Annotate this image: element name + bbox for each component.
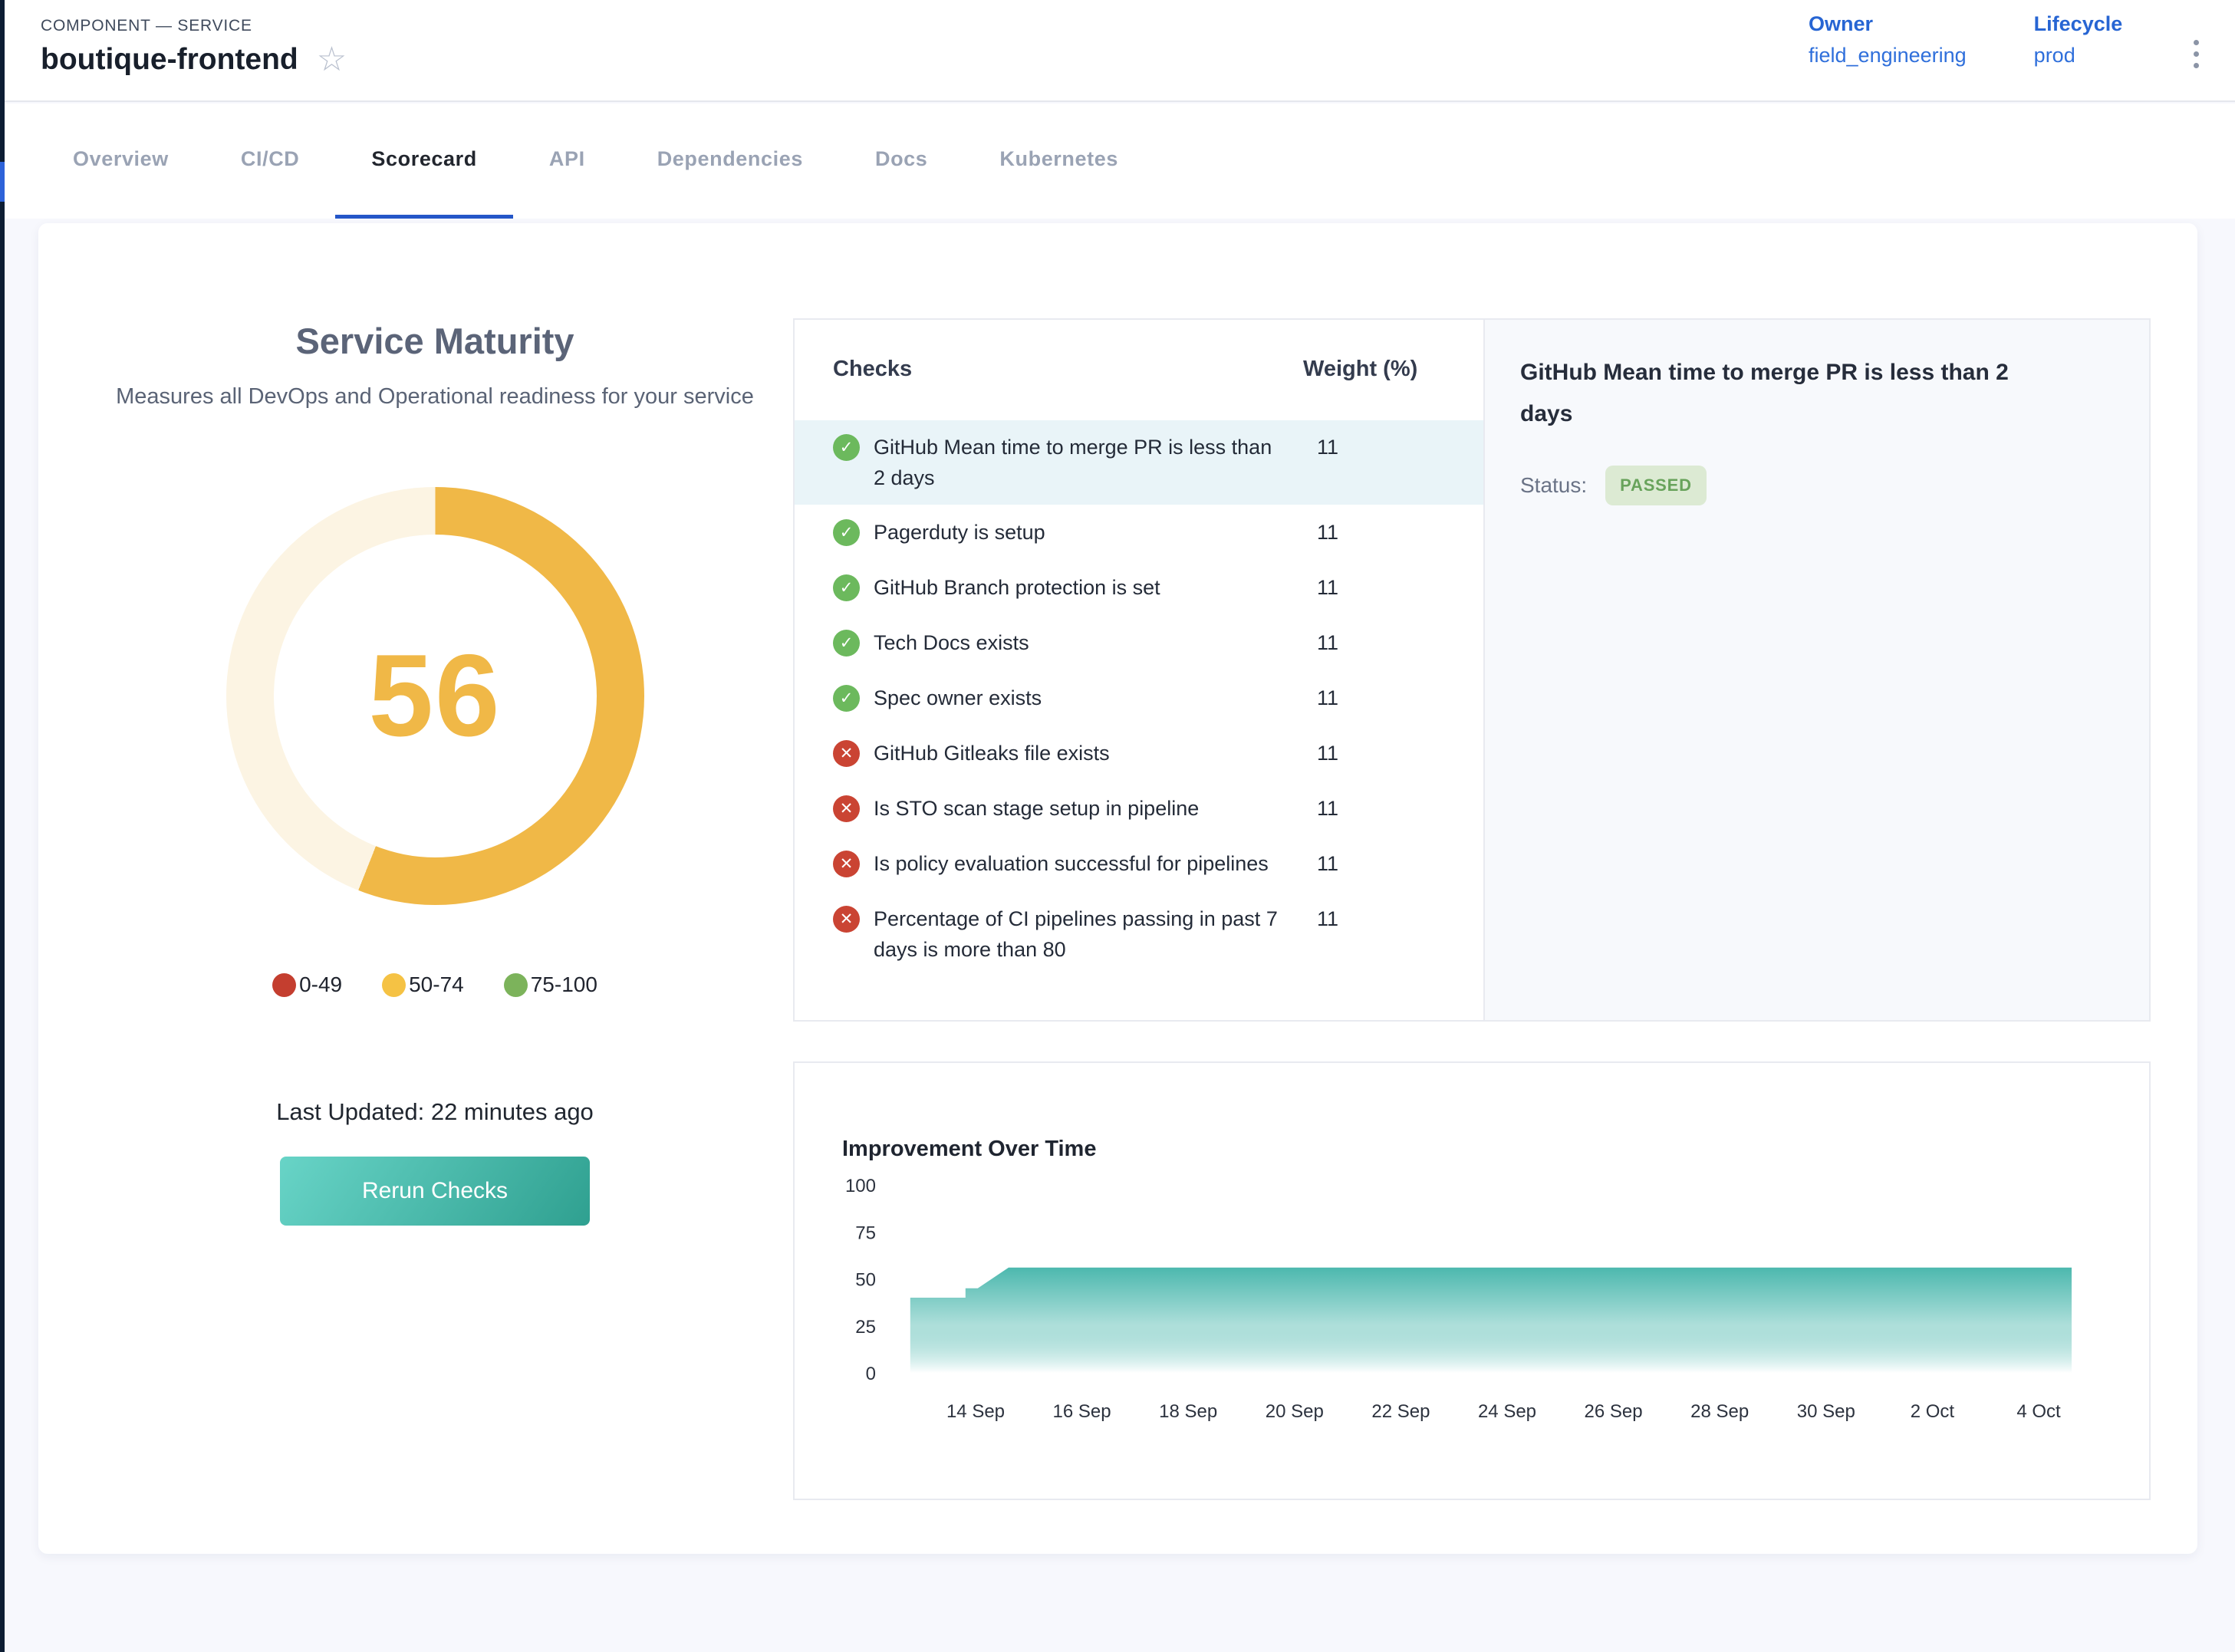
rerun-checks-button[interactable]: Rerun Checks (280, 1157, 590, 1226)
legend-item-high: 75-100 (504, 972, 597, 997)
tab-cicd[interactable]: CI/CD (205, 104, 336, 219)
check-status-icon: ✕ (833, 795, 860, 822)
scorecard-subtitle: Measures all DevOps and Operational read… (97, 379, 772, 415)
tab-scorecard[interactable]: Scorecard (335, 104, 512, 219)
page-header: COMPONENT — SERVICE boutique-frontend ☆ … (0, 0, 2235, 102)
score-donut: 56 (226, 487, 644, 905)
check-row[interactable]: ✓ Pagerduty is setup 11 (795, 505, 1483, 560)
lifecycle-label: Lifecycle (2034, 12, 2123, 36)
svg-text:25: 25 (855, 1317, 876, 1338)
check-row[interactable]: ✕ Is policy evaluation successful for pi… (795, 836, 1483, 891)
tab-kubernetes[interactable]: Kubernetes (963, 104, 1154, 219)
svg-text:30 Sep: 30 Sep (1797, 1401, 1855, 1422)
legend-item-low: 0-49 (272, 972, 342, 997)
score-value: 56 (368, 629, 501, 763)
favorite-star-icon[interactable]: ☆ (317, 43, 347, 77)
check-row[interactable]: ✕ Is STO scan stage setup in pipeline 11 (795, 781, 1483, 836)
maturity-summary: Service Maturity Measures all DevOps and… (38, 223, 831, 1226)
check-status-icon: ✕ (833, 906, 860, 933)
more-options-kebab-icon[interactable] (2191, 37, 2202, 71)
check-row[interactable]: ✓ Tech Docs exists 11 (795, 615, 1483, 670)
owner-block: Owner field_engineering (1809, 12, 1967, 67)
legend-dot-yellow (382, 973, 406, 997)
legend-dot-red (272, 973, 296, 997)
svg-text:24 Sep: 24 Sep (1478, 1401, 1536, 1422)
check-status-icon: ✕ (833, 740, 860, 767)
check-status-icon: ✓ (833, 519, 860, 546)
tab-overview[interactable]: Overview (37, 104, 205, 219)
nav-active-indicator (0, 162, 5, 202)
check-status-icon: ✓ (833, 574, 860, 601)
checks-list: Checks Weight (%) ✓ GitHub Mean time to … (795, 320, 1483, 1020)
scorecard-card: Service Maturity Measures all DevOps and… (38, 223, 2197, 1554)
svg-text:0: 0 (866, 1364, 876, 1384)
svg-text:2 Oct: 2 Oct (1911, 1401, 1955, 1422)
check-status-icon: ✓ (833, 685, 860, 712)
svg-text:18 Sep: 18 Sep (1159, 1401, 1217, 1422)
improvement-chart-card: Improvement Over Time 025507510014 Sep16… (793, 1061, 2151, 1500)
check-row[interactable]: ✓ GitHub Mean time to merge PR is less t… (795, 420, 1483, 505)
legend-dot-green (504, 973, 528, 997)
status-badge: PASSED (1605, 466, 1707, 505)
checks-column-header: Checks (833, 357, 1303, 382)
svg-text:28 Sep: 28 Sep (1690, 1401, 1749, 1422)
last-updated-text: Last Updated: 22 minutes ago (38, 1098, 831, 1126)
tab-dependencies[interactable]: Dependencies (621, 104, 839, 219)
scorecard-title: Service Maturity (38, 320, 831, 362)
check-row[interactable]: ✓ Spec owner exists 11 (795, 670, 1483, 726)
svg-text:4 Oct: 4 Oct (2016, 1401, 2061, 1422)
score-legend: 0-49 50-74 75-100 (38, 972, 831, 997)
weight-column-header: Weight (%) (1303, 357, 1445, 382)
check-status-icon: ✓ (833, 630, 860, 657)
breadcrumb: COMPONENT — SERVICE (41, 17, 252, 35)
owner-value-link[interactable]: field_engineering (1809, 44, 1967, 67)
status-label: Status: (1520, 473, 1587, 498)
check-row[interactable]: ✕ Percentage of CI pipelines passing in … (795, 891, 1483, 977)
tab-docs[interactable]: Docs (839, 104, 963, 219)
owner-label: Owner (1809, 12, 1967, 36)
check-status-icon: ✕ (833, 851, 860, 877)
svg-text:20 Sep: 20 Sep (1266, 1401, 1324, 1422)
check-row[interactable]: ✓ GitHub Branch protection is set 11 (795, 560, 1483, 615)
lifecycle-value: prod (2034, 44, 2123, 67)
tabs-bar: Overview CI/CD Scorecard API Dependencie… (0, 104, 2235, 219)
svg-text:26 Sep: 26 Sep (1585, 1401, 1643, 1422)
improvement-area-chart: 0 25 50 75 100 14 Sep 16 Sep 18 Sep 20 Sep 22 Sep… (795, 1063, 2152, 1502)
legend-item-mid: 50-74 (382, 972, 464, 997)
lifecycle-block: Lifecycle prod (2034, 12, 2123, 67)
check-detail-title: GitHub Mean time to merge PR is less tha… (1520, 352, 2049, 435)
svg-text:22 Sep: 22 Sep (1371, 1401, 1430, 1422)
header-meta: Owner field_engineering Lifecycle prod (1809, 12, 2122, 67)
svg-text:16 Sep: 16 Sep (1053, 1401, 1111, 1422)
check-detail-panel: GitHub Mean time to merge PR is less tha… (1483, 320, 2149, 1020)
window-left-edge (0, 0, 5, 1652)
svg-text:75: 75 (855, 1223, 876, 1243)
svg-text:100: 100 (845, 1176, 876, 1196)
svg-text:50: 50 (855, 1270, 876, 1291)
tab-api[interactable]: API (513, 104, 621, 219)
check-status-icon: ✓ (833, 434, 860, 461)
page-title: boutique-frontend (41, 43, 298, 77)
svg-text:14 Sep: 14 Sep (946, 1401, 1005, 1422)
checks-panel: Checks Weight (%) ✓ GitHub Mean time to … (793, 318, 2151, 1022)
check-row[interactable]: ✕ GitHub Gitleaks file exists 11 (795, 726, 1483, 781)
